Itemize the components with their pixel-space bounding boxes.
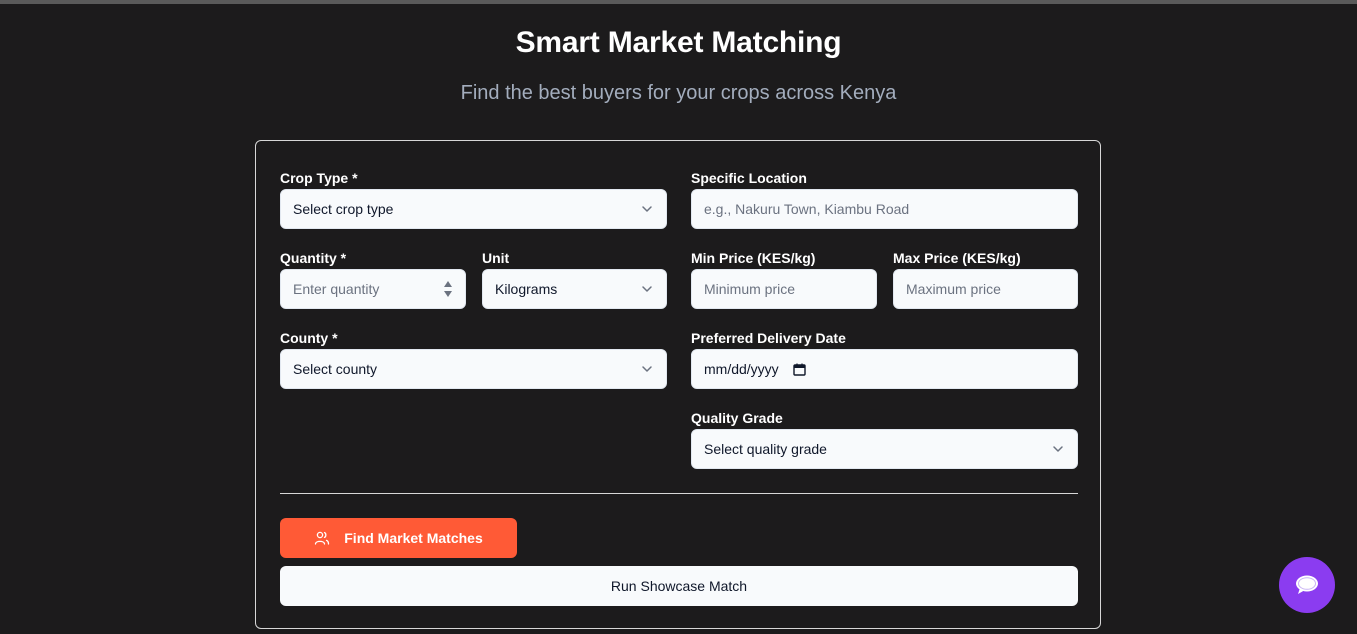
matching-form-card: Crop Type * Select crop type Specific Lo…	[255, 140, 1101, 629]
quality-grade-select[interactable]: Select quality grade	[691, 429, 1078, 469]
county-value: Select county	[293, 361, 378, 377]
specific-location-input[interactable]: e.g., Nakuru Town, Kiambu Road	[691, 189, 1078, 229]
chevron-down-icon	[640, 202, 654, 216]
min-price-label: Min Price (KES/kg)	[691, 250, 816, 266]
chevron-down-icon	[640, 362, 654, 376]
users-icon	[314, 530, 330, 546]
chat-bubble-icon	[1294, 573, 1320, 597]
min-price-placeholder: Minimum price	[704, 281, 796, 297]
chevron-down-icon	[1051, 442, 1065, 456]
find-market-matches-label: Find Market Matches	[344, 530, 483, 546]
quality-grade-label: Quality Grade	[691, 410, 783, 426]
unit-label: Unit	[482, 250, 510, 266]
unit-select[interactable]: Kilograms	[482, 269, 667, 309]
max-price-placeholder: Maximum price	[906, 281, 1001, 297]
number-stepper-icon[interactable]	[443, 280, 453, 298]
chat-button[interactable]	[1279, 557, 1335, 613]
page-subtitle: Find the best buyers for your crops acro…	[460, 82, 897, 104]
quantity-placeholder: Enter quantity	[293, 281, 380, 297]
specific-location-label: Specific Location	[691, 170, 807, 186]
max-price-input[interactable]: Maximum price	[893, 269, 1078, 309]
quality-grade-value: Select quality grade	[704, 441, 827, 457]
crop-type-label: Crop Type *	[280, 170, 358, 186]
page-title: Smart Market Matching	[515, 26, 842, 59]
quantity-label: Quantity *	[280, 250, 347, 266]
delivery-date-value: mm/dd/yyyy	[704, 361, 779, 377]
top-window-bar	[0, 0, 1357, 4]
crop-type-select[interactable]: Select crop type	[280, 189, 667, 229]
delivery-date-input[interactable]: mm/dd/yyyy	[691, 349, 1078, 389]
quantity-input[interactable]: Enter quantity	[280, 269, 466, 309]
max-price-label: Max Price (KES/kg)	[893, 250, 1021, 266]
crop-type-value: Select crop type	[293, 201, 394, 217]
form-divider	[280, 493, 1078, 494]
delivery-date-label: Preferred Delivery Date	[691, 330, 846, 346]
calendar-icon[interactable]	[792, 363, 806, 376]
specific-location-placeholder: e.g., Nakuru Town, Kiambu Road	[704, 201, 910, 217]
run-showcase-match-label: Run Showcase Match	[610, 578, 748, 594]
find-market-matches-button[interactable]: Find Market Matches	[280, 518, 517, 558]
min-price-input[interactable]: Minimum price	[691, 269, 877, 309]
county-label: County *	[280, 330, 338, 346]
run-showcase-match-button[interactable]: Run Showcase Match	[280, 566, 1078, 606]
chevron-down-icon	[640, 282, 654, 296]
unit-value: Kilograms	[495, 281, 558, 297]
county-select[interactable]: Select county	[280, 349, 667, 389]
